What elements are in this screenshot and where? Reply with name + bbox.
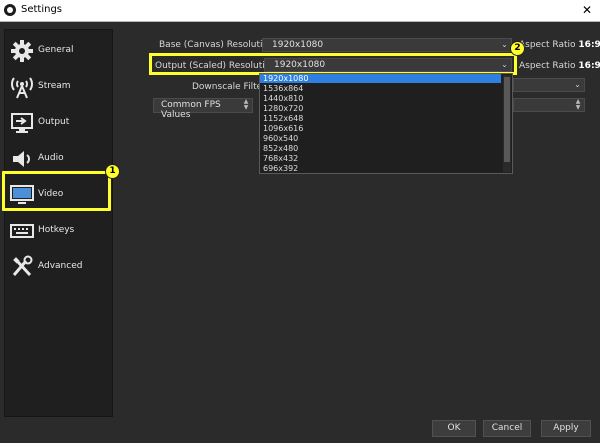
dropdown-option-selected[interactable]: 1920x1080 [260,74,501,83]
cancel-button[interactable]: Cancel [483,420,531,437]
output-aspect-ratio: Aspect Ratio 16:9 [519,61,600,71]
sidebar-item-stream[interactable]: Stream [5,69,112,105]
sidebar-item-label: Output [38,117,70,127]
sidebar-item-advanced[interactable]: Advanced [5,249,112,285]
keyboard-icon [10,224,34,238]
base-resolution-combo[interactable]: 1920x1080 ⌄ [262,38,512,52]
dropdown-option[interactable]: 1440x810 [263,94,303,103]
sidebar-item-label: Hotkeys [38,225,75,235]
sidebar-item-hotkeys[interactable]: Hotkeys [5,213,112,249]
dropdown-option[interactable]: 1280x720 [263,104,303,113]
ok-button[interactable]: OK [432,420,476,437]
scrollbar-thumb[interactable] [504,77,510,162]
sidebar-item-general[interactable]: General [5,33,112,69]
dropdown-option[interactable]: 960x540 [263,134,298,143]
base-resolution-value: 1920x1080 [272,40,324,50]
sidebar-item-label: Advanced [38,261,83,271]
dropdown-option[interactable]: 1096x616 [263,124,303,133]
close-button[interactable]: ✕ [574,0,600,21]
dropdown-option[interactable]: 1536x864 [263,84,303,93]
apply-button[interactable]: Apply [541,420,591,437]
downscale-filter-label: Downscale Filter [192,82,266,92]
sidebar-item-label: General [38,45,74,55]
broadcast-icon [11,77,33,99]
sidebar-item-label: Stream [38,81,71,91]
step-badge-2: 2 [510,41,525,56]
wrench-screwdriver-icon [12,255,33,277]
video-highlight-box [2,171,111,211]
title-bar: Settings ✕ [0,0,600,22]
updown-arrow-icon: ▲ ▼ [243,98,249,111]
obs-logo-icon [4,4,16,16]
fps-value-combo[interactable]: ▲ ▼ [513,98,585,112]
speaker-icon [13,151,30,167]
window-title: Settings [21,4,63,15]
sidebar-item-output[interactable]: Output [5,105,112,141]
output-highlight-box [149,53,517,75]
settings-sidebar: General Stream Output Audio Video Hotkey… [4,29,113,417]
downscale-filter-combo[interactable]: ⌄ [513,78,585,92]
dropdown-option[interactable]: 852x480 [263,144,298,153]
base-aspect-ratio: Aspect Ratio 16:9 [519,40,600,50]
resolution-dropdown-list[interactable]: 1920x1080 1536x864 1440x810 1280x720 115… [259,73,513,174]
sidebar-item-label: Audio [38,153,64,163]
fps-type-combo[interactable]: Common FPS Values ▲ ▼ [153,98,253,120]
dropdown-option[interactable]: 1152x648 [263,114,303,123]
step-badge-1: 1 [105,164,120,179]
base-resolution-label: Base (Canvas) Resolution [159,40,274,50]
fps-type-value: Common FPS Values [161,100,221,120]
output-icon [11,113,33,133]
dropdown-option[interactable]: 696x392 [263,164,298,173]
gear-icon [11,40,33,62]
chevron-down-icon: ⌄ [574,80,581,89]
updown-arrow-icon: ▲ ▼ [575,98,581,111]
dropdown-scrollbar[interactable] [503,75,511,172]
dropdown-option[interactable]: 768x432 [263,154,298,163]
